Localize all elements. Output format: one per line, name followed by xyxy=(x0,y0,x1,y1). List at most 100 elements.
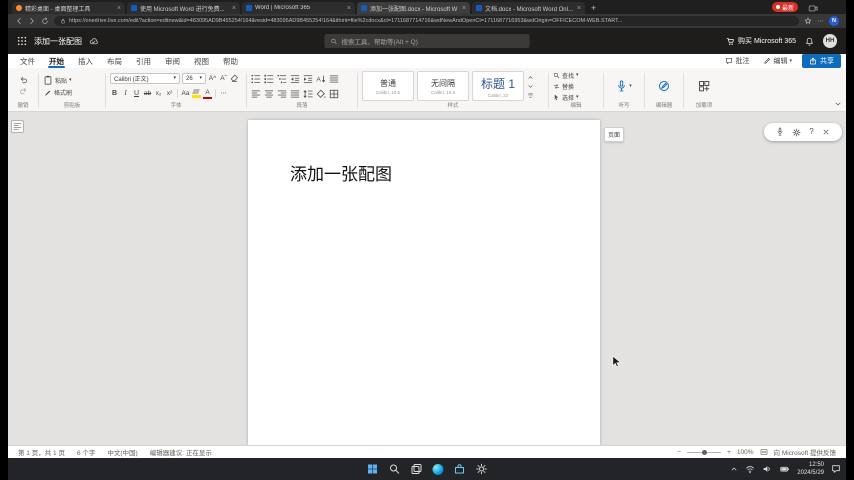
close-icon[interactable] xyxy=(822,128,830,136)
back-icon[interactable] xyxy=(15,17,23,25)
shading-icon[interactable] xyxy=(316,89,326,99)
strikethrough-button[interactable]: ab xyxy=(143,88,152,99)
numbering-icon[interactable] xyxy=(264,74,274,84)
superscript-button[interactable]: x² xyxy=(165,88,174,99)
screen-record-icon[interactable] xyxy=(808,3,818,13)
notification-center-icon[interactable] xyxy=(831,464,841,474)
styles-scroll-up-icon[interactable] xyxy=(527,74,534,81)
bullets-icon[interactable] xyxy=(251,74,261,84)
editor-suggestions[interactable]: 编辑器建议: 正在显示 xyxy=(150,447,212,457)
addins-button[interactable] xyxy=(688,70,720,102)
browser-tab-3[interactable]: Word | Microsoft 365 × xyxy=(242,2,355,14)
tab-close-icon[interactable]: × xyxy=(462,5,466,12)
language-indicator[interactable]: 中文(中国) xyxy=(107,447,137,457)
settings-gear-icon[interactable] xyxy=(792,128,801,137)
zoom-in-button[interactable]: + xyxy=(727,449,731,456)
highlight-color-button[interactable] xyxy=(192,89,201,98)
share-button[interactable]: 共享 xyxy=(802,54,841,68)
new-tab-button[interactable]: + xyxy=(586,2,601,14)
tab-file[interactable]: 文件 xyxy=(13,54,42,68)
forward-icon[interactable] xyxy=(28,17,36,25)
subscript-button[interactable]: x₂ xyxy=(154,88,163,99)
tab-references[interactable]: 引用 xyxy=(129,54,158,68)
tab-home[interactable]: 开始 xyxy=(42,54,71,68)
battery-icon[interactable] xyxy=(779,464,790,474)
style-no-spacing[interactable]: 无间隔 Calibri, 10.5 xyxy=(417,71,469,101)
search-input[interactable]: 搜索工具、帮助等(Alt + Q) xyxy=(325,34,530,48)
browser-profile-avatar[interactable]: N xyxy=(829,16,839,26)
shrink-font-button[interactable]: Aˇ xyxy=(219,73,228,84)
change-case-button[interactable]: Aa xyxy=(181,88,190,99)
pages-pane-button[interactable]: 页面 xyxy=(604,127,624,142)
align-left-icon[interactable] xyxy=(251,89,261,99)
tab-close-icon[interactable]: × xyxy=(577,5,581,12)
microsoft-store-icon[interactable] xyxy=(454,463,466,475)
dictate-button[interactable]: ▾ xyxy=(608,70,640,102)
font-color-button[interactable]: A xyxy=(203,89,212,99)
tab-view[interactable]: 视图 xyxy=(187,54,216,68)
redo-icon[interactable] xyxy=(19,87,28,96)
styles-scroll-down-icon[interactable] xyxy=(527,83,534,90)
word-count[interactable]: 6 个字 xyxy=(77,447,95,457)
user-avatar[interactable]: HH xyxy=(823,34,837,48)
help-icon[interactable]: ? xyxy=(809,128,813,136)
clear-formatting-icon[interactable] xyxy=(230,74,239,83)
multilevel-list-icon[interactable] xyxy=(277,74,287,84)
zoom-slider-knob[interactable] xyxy=(702,450,707,455)
zoom-level[interactable]: 100% xyxy=(737,449,754,456)
style-normal[interactable]: 普通 Calibri, 10.5 xyxy=(362,71,414,101)
line-spacing-icon[interactable] xyxy=(303,89,313,99)
tab-review[interactable]: 审阅 xyxy=(158,54,187,68)
tab-layout[interactable]: 布局 xyxy=(100,54,129,68)
taskbar-search-icon[interactable] xyxy=(389,463,401,475)
url-field[interactable]: https://onedrive.live.com/edit?action=ed… xyxy=(54,16,799,26)
mic-icon[interactable] xyxy=(776,127,784,137)
app-launcher-icon[interactable] xyxy=(17,36,27,46)
tab-close-icon[interactable]: × xyxy=(117,5,121,12)
style-heading1[interactable]: 标题 1 Calibri, 22 xyxy=(472,71,524,101)
show-paragraph-marks-icon[interactable] xyxy=(329,74,339,84)
align-center-icon[interactable] xyxy=(264,89,274,99)
underline-button[interactable]: U xyxy=(132,88,141,99)
font-size-combobox[interactable]: 26 ▾ xyxy=(182,73,206,84)
font-name-combobox[interactable]: Calibri (正文) ▾ xyxy=(110,73,180,84)
sort-icon[interactable] xyxy=(316,74,326,84)
grow-font-button[interactable]: A^ xyxy=(208,73,217,84)
browser-tab-4-active[interactable]: 添加一张配图.docx - Microsoft W × xyxy=(357,2,470,14)
feedback-link[interactable]: 向 Microsoft 提供反馈 xyxy=(774,447,836,457)
editor-button[interactable] xyxy=(649,70,679,102)
tab-close-icon[interactable]: × xyxy=(232,5,236,12)
browser-menu-icon[interactable]: ⋯ xyxy=(817,18,824,25)
recorder-badge[interactable]: 最新 xyxy=(772,2,798,12)
settings-app-icon[interactable] xyxy=(476,463,488,475)
browser-tab-2[interactable]: 使用 Microsoft Word 进行免费... × xyxy=(127,2,240,14)
decrease-indent-icon[interactable] xyxy=(290,74,300,84)
start-button-icon[interactable] xyxy=(367,463,379,475)
task-view-icon[interactable] xyxy=(411,463,423,475)
select-button[interactable]: 选择 ▾ xyxy=(553,92,579,102)
zoom-out-button[interactable]: − xyxy=(677,449,681,456)
find-button[interactable]: 查找 ▾ xyxy=(553,70,579,80)
format-painter-button[interactable]: 格式刷 xyxy=(43,87,72,97)
tab-help[interactable]: 帮助 xyxy=(216,54,245,68)
comments-button[interactable]: 批注 xyxy=(721,55,753,67)
document-body-text[interactable]: 添加一张配图 xyxy=(290,160,392,185)
navigation-pane-toggle[interactable] xyxy=(11,120,24,133)
increase-indent-icon[interactable] xyxy=(303,74,313,84)
saved-cloud-icon[interactable] xyxy=(89,37,98,46)
document-page[interactable]: 添加一张配图 xyxy=(248,120,600,445)
fit-to-width-icon[interactable] xyxy=(760,448,768,456)
notifications-bell-icon[interactable] xyxy=(805,37,814,46)
bold-button[interactable]: B xyxy=(110,88,119,99)
browser-tab-1[interactable]: 精彩桌面 - 桌面整理工具 × xyxy=(12,2,125,14)
tab-close-icon[interactable]: × xyxy=(347,5,351,12)
align-right-icon[interactable] xyxy=(277,89,287,99)
buy-microsoft365-button[interactable]: 购买 Microsoft 365 xyxy=(726,36,796,46)
styles-gallery-expand-icon[interactable] xyxy=(527,92,534,99)
volume-icon[interactable] xyxy=(762,464,772,474)
justify-icon[interactable] xyxy=(290,89,300,99)
borders-icon[interactable] xyxy=(329,89,339,99)
browser-tab-5[interactable]: 文档.docx - Microsoft Word Onl... × xyxy=(472,2,585,14)
replace-button[interactable]: 替换 xyxy=(553,81,574,91)
tab-insert[interactable]: 插入 xyxy=(71,54,100,68)
